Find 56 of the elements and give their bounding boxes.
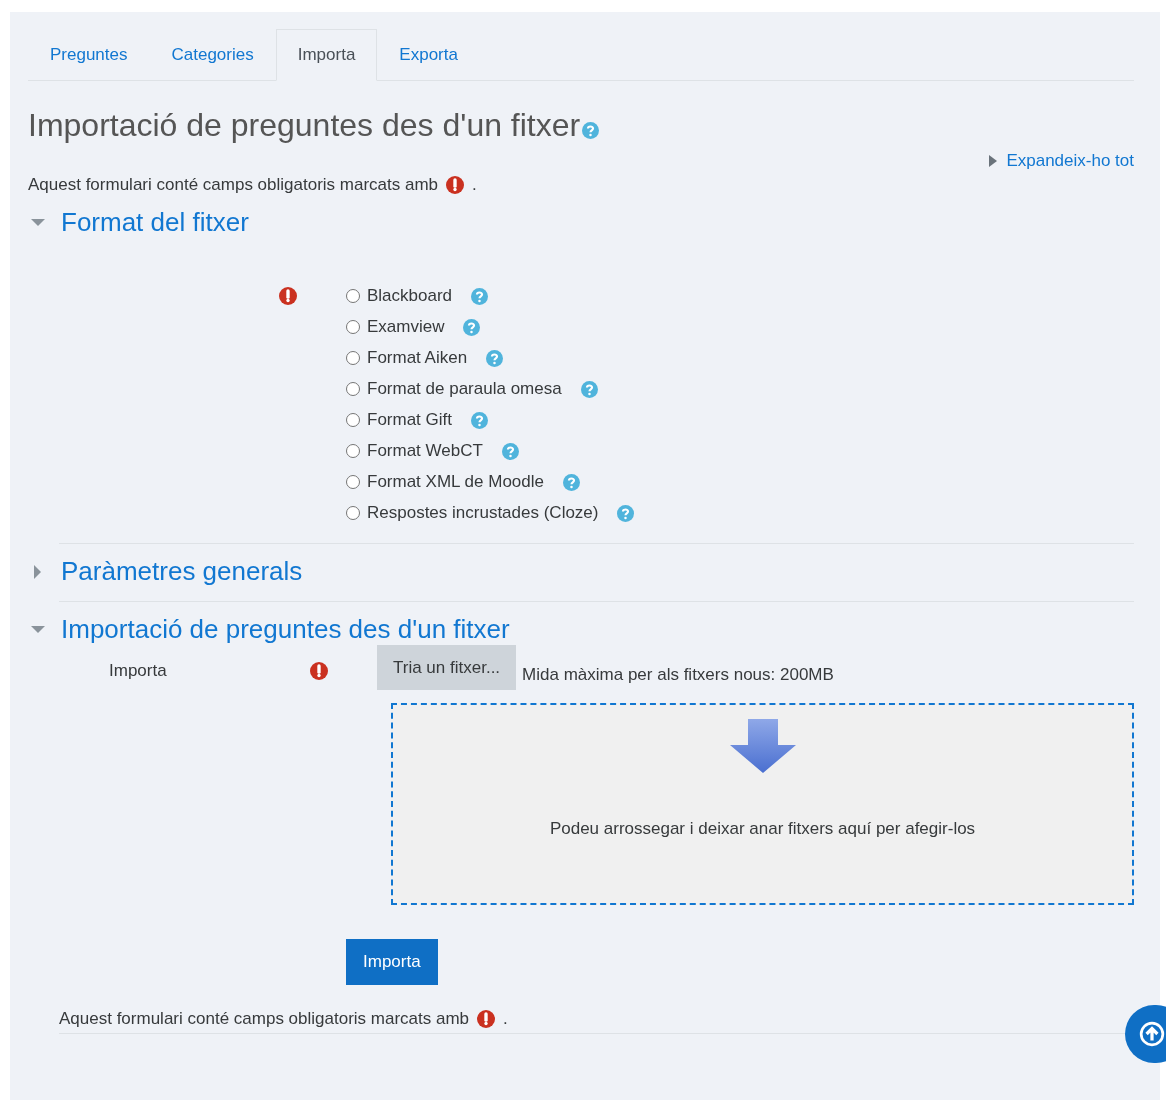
help-icon[interactable]	[463, 318, 481, 336]
radio-option[interactable]: Blackboard	[346, 284, 635, 308]
help-icon[interactable]	[471, 411, 488, 429]
help-icon[interactable]	[582, 122, 600, 139]
radio-option[interactable]: Format Gift	[346, 408, 635, 432]
tab[interactable]: Preguntes	[28, 29, 150, 81]
expand-all-link[interactable]: Expandeix-ho tot	[989, 151, 1134, 171]
radio-label[interactable]: Format WebCT	[367, 441, 483, 461]
radio-label[interactable]: Format XML de Moodle	[367, 472, 544, 492]
tab[interactable]: Importa	[275, 29, 378, 81]
help-icon[interactable]	[486, 349, 504, 367]
help-icon[interactable]	[580, 380, 598, 398]
help-icon[interactable]	[501, 442, 519, 460]
section-title[interactable]: Importació de preguntes des d'un fitxer	[61, 614, 510, 645]
help-icon[interactable]	[563, 473, 580, 491]
radio-option[interactable]: Format de paraula omesa	[346, 377, 635, 401]
radio-label[interactable]: Blackboard	[367, 286, 453, 306]
drop-zone[interactable]: Podeu arrossegar i deixar anar fitxers aquí per afegir-los	[391, 703, 1134, 905]
radio-option[interactable]: Format XML de Moodle	[346, 470, 635, 494]
required-icon	[477, 1010, 496, 1028]
section-title[interactable]: Paràmetres generals	[61, 556, 303, 587]
radio-label[interactable]: Format de paraula omesa	[367, 379, 562, 399]
radio-label[interactable]: Format Gift	[367, 410, 452, 430]
radio-button[interactable]	[346, 289, 360, 303]
radio-button[interactable]	[346, 506, 360, 520]
radio-button[interactable]	[346, 444, 360, 458]
radio-option[interactable]: Format WebCT	[346, 439, 635, 463]
radio-label[interactable]: Respostes incrustades (Cloze)	[367, 503, 599, 523]
radio-label[interactable]: Examview	[367, 317, 445, 337]
page-title: Importació de preguntes des d'un fitxer	[28, 106, 581, 145]
radio-button[interactable]	[346, 351, 360, 365]
note-period: .	[472, 175, 477, 195]
radio-button[interactable]	[346, 475, 360, 489]
radio-button[interactable]	[346, 413, 360, 427]
radio-button[interactable]	[346, 382, 360, 396]
required-icon	[446, 176, 465, 194]
radio-button[interactable]	[346, 320, 360, 334]
import-button[interactable]: Importa	[346, 939, 438, 985]
radio-label[interactable]: Format Aiken	[367, 348, 468, 368]
tab[interactable]: Exporta	[377, 29, 480, 81]
choose-file-button[interactable]: Tria un fitxer...	[377, 645, 517, 690]
radio-option[interactable]: Format Aiken	[346, 346, 635, 370]
caret-icon	[989, 155, 998, 167]
max-size-text: Mida màxima per als fitxers nous: 200MB	[522, 664, 834, 685]
radio-option[interactable]: Examview	[346, 315, 635, 339]
tab[interactable]: Categories	[149, 29, 276, 81]
note-period: .	[503, 1009, 508, 1029]
drop-hint: Podeu arrossegar i deixar anar fitxers aquí per afegir-los	[549, 819, 976, 839]
required-note: Aquest formulari conté camps obligatoris marcats amb	[28, 175, 439, 195]
help-icon[interactable]	[617, 504, 635, 522]
help-icon[interactable]	[471, 287, 489, 305]
radio-option[interactable]: Respostes incrustades (Cloze)	[346, 501, 635, 525]
section-title[interactable]: Format del fitxer	[61, 207, 249, 238]
field-label: Importa	[109, 661, 167, 680]
required-note: Aquest formulari conté camps obligatoris marcats amb	[59, 1009, 470, 1029]
down-arrow-icon	[729, 719, 796, 775]
